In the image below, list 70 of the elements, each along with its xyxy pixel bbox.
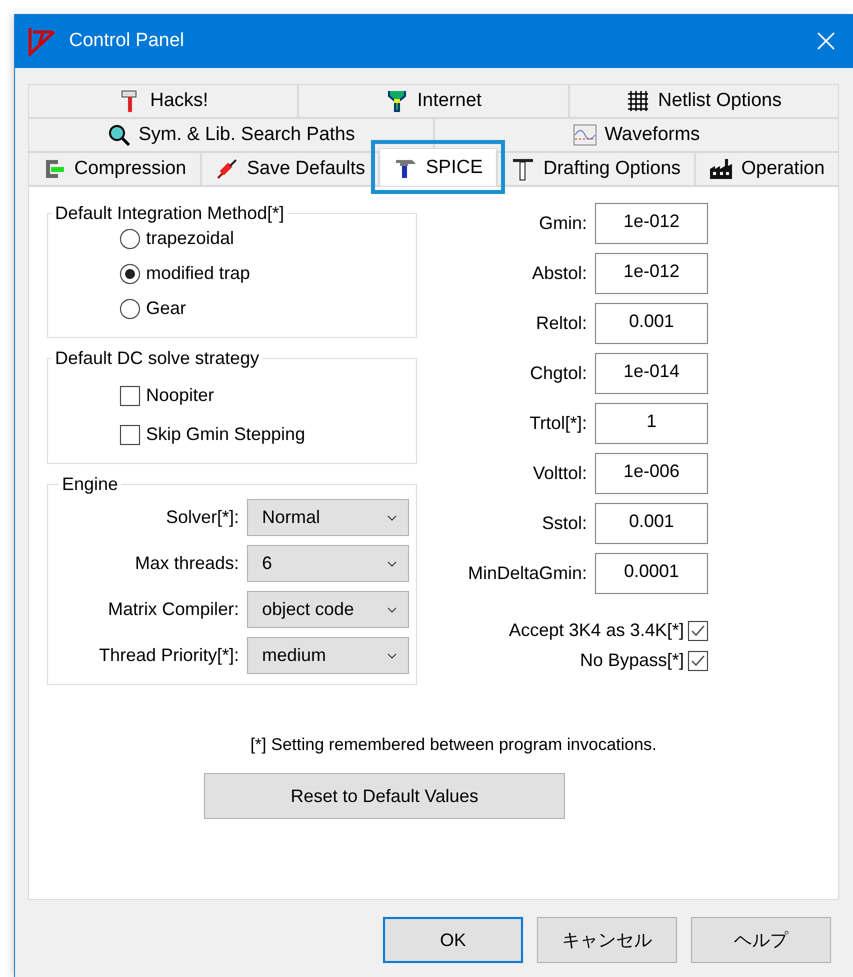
- radio-label: Gear: [146, 298, 186, 319]
- tab[interactable]: Waveforms: [434, 118, 839, 152]
- checkbox-label: Noopiter: [146, 385, 214, 406]
- factory-icon: [709, 157, 734, 181]
- checkbox-label: Skip Gmin Stepping: [146, 424, 306, 445]
- field-label: Matrix Compiler:: [108, 599, 239, 620]
- input-field[interactable]: 1e-006: [595, 453, 708, 494]
- footnote-text: [*] Setting remembered between program invocations.: [249, 735, 658, 755]
- tab[interactable]: Netlist Options: [568, 84, 839, 118]
- input-field[interactable]: 1: [595, 403, 708, 444]
- field-label: Solver[*]:: [166, 507, 239, 528]
- chevron-down-icon: [386, 652, 398, 660]
- group-title: Engine: [61, 474, 120, 495]
- tab[interactable]: Sym. & Lib. Search Paths: [28, 118, 434, 152]
- input-field[interactable]: 0.001: [595, 303, 708, 344]
- group-title: Default DC solve strategy: [54, 348, 260, 369]
- checkmark-icon: [690, 654, 706, 668]
- tab[interactable]: Operation: [694, 152, 839, 186]
- radio-button[interactable]: [120, 228, 140, 248]
- magnifier-icon: [106, 123, 130, 147]
- radio-label: trapezoidal: [146, 228, 234, 249]
- field-label: Sstol:: [542, 513, 587, 534]
- tab[interactable]: Hacks!: [28, 84, 298, 118]
- field-label: Volttol:: [532, 463, 587, 484]
- tab[interactable]: Save Defaults: [200, 152, 380, 186]
- ruler-icon: [511, 157, 536, 181]
- field-label: Chgtol:: [530, 363, 587, 384]
- chevron-down-icon: [386, 560, 398, 568]
- field-label: Thread Priority[*]:: [98, 645, 239, 666]
- field-label: Trtol[*]:: [530, 413, 587, 434]
- waveform-icon: [572, 123, 597, 147]
- dialog-button[interactable]: キャンセル: [537, 917, 677, 963]
- input-field[interactable]: 1e-014: [595, 353, 708, 394]
- field-label: Max threads:: [134, 553, 239, 574]
- chevron-down-icon: [386, 606, 398, 614]
- reset-button[interactable]: Reset to Default Values: [204, 773, 565, 819]
- dialog-button[interactable]: OK: [383, 917, 523, 963]
- checkbox[interactable]: [688, 620, 708, 640]
- checkbox-label: No Bypass[*]: [580, 650, 684, 671]
- input-field[interactable]: 1e-012: [595, 253, 708, 294]
- dropdown[interactable]: 6: [247, 545, 409, 582]
- tab[interactable]: Compression: [28, 152, 201, 186]
- dropdown[interactable]: medium: [247, 637, 409, 674]
- input-field[interactable]: 0.001: [595, 503, 708, 544]
- tab[interactable]: Internet: [298, 84, 569, 118]
- radio-button[interactable]: [120, 298, 140, 318]
- checkbox-label: Accept 3K4 as 3.4K[*]: [508, 620, 684, 641]
- logo-icon: [27, 26, 57, 56]
- input-field[interactable]: 1e-012: [595, 203, 708, 244]
- checkbox[interactable]: [120, 386, 140, 406]
- group-title: Default Integration Method[*]: [54, 203, 286, 224]
- syringe-icon: [214, 157, 239, 181]
- checkbox[interactable]: [120, 424, 140, 444]
- dialog-button[interactable]: ヘルプ: [691, 917, 831, 963]
- window-title: Control Panel: [69, 30, 186, 52]
- checkbox[interactable]: [688, 650, 708, 670]
- field-label: Abstol:: [532, 263, 587, 284]
- radio-label: modified trap: [146, 263, 250, 284]
- grid-icon: [626, 89, 650, 113]
- close-icon: [816, 31, 836, 51]
- field-label: Reltol:: [536, 313, 587, 334]
- chevron-down-icon: [386, 514, 398, 522]
- tab[interactable]: Drafting Options: [497, 152, 695, 186]
- dropdown[interactable]: Normal: [247, 499, 409, 536]
- dropdown[interactable]: object code: [247, 591, 409, 628]
- radio-button[interactable]: [120, 264, 140, 284]
- input-field[interactable]: 0.0001: [595, 553, 708, 594]
- field-label: MinDeltaGmin:: [468, 563, 587, 584]
- field-label: Gmin:: [538, 213, 587, 234]
- checkmark-icon: [690, 624, 706, 638]
